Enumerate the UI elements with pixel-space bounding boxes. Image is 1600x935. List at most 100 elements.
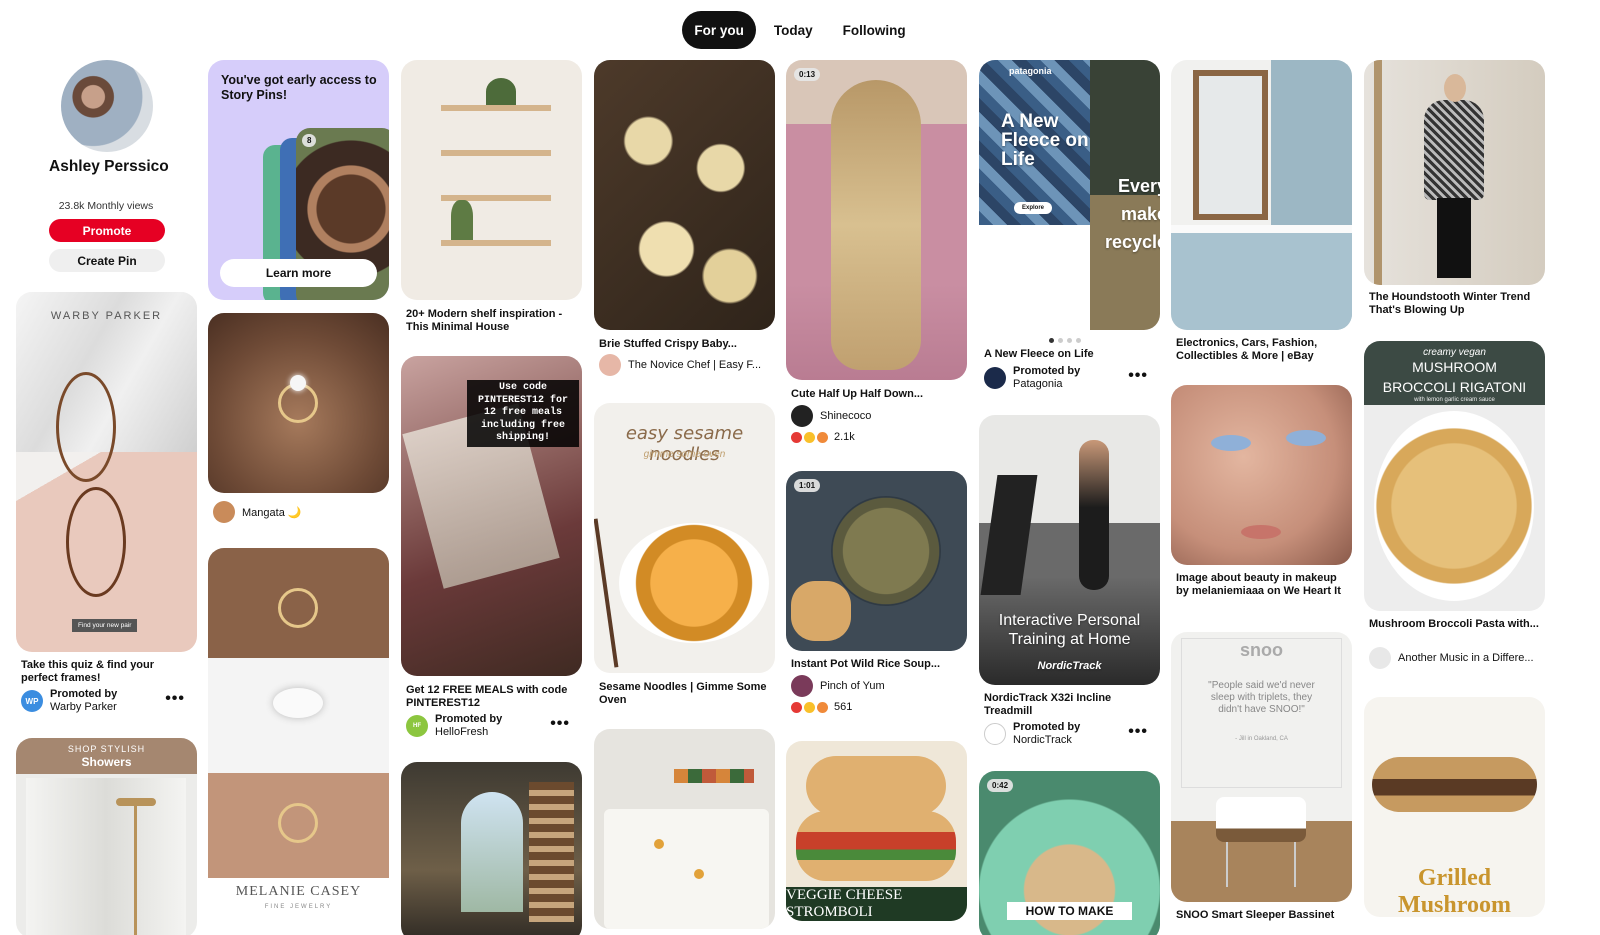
more-options-icon[interactable]: •••	[165, 690, 185, 708]
pin-title[interactable]: Sesame Noodles | Gimme Some Oven	[599, 681, 771, 706]
reactions[interactable]: 2.1k	[791, 431, 855, 443]
headline: Showers	[81, 755, 132, 769]
more-options-icon[interactable]: •••	[550, 715, 570, 733]
create-pin-button[interactable]: Create Pin	[49, 249, 165, 272]
pin-image[interactable]	[401, 60, 582, 300]
more-options-icon[interactable]: •••	[1128, 367, 1148, 385]
pin-author[interactable]: Another Music in a Differe...	[1369, 647, 1541, 669]
smile-icon	[804, 701, 815, 713]
pin-image[interactable]: 0:42 HOW TO MAKE	[979, 771, 1160, 935]
smile-icon	[804, 431, 815, 443]
promoted-label: Promoted by	[50, 688, 118, 700]
pin-image[interactable]: Interactive Personal Training at Home No…	[979, 415, 1160, 685]
author-avatar	[599, 354, 621, 376]
pin-image[interactable]	[401, 762, 582, 935]
pin-author[interactable]: Pinch of Yum	[791, 675, 963, 697]
pin-title[interactable]: Get 12 FREE MEALS with code PINTEREST12	[406, 684, 578, 709]
overlay-right: Every make recycle	[1104, 176, 1160, 252]
advertiser-name: Warby Parker	[50, 701, 117, 713]
pin-title[interactable]: Cute Half Up Half Down...	[791, 388, 963, 401]
pin-title[interactable]: Brie Stuffed Crispy Baby...	[599, 338, 771, 351]
avatar[interactable]	[61, 60, 153, 152]
author-avatar	[791, 405, 813, 427]
kicker: SHOP STYLISH	[67, 744, 146, 754]
promo-overlay: Use code PINTEREST12 for 12 free meals i…	[467, 380, 579, 447]
reactions[interactable]: 561	[791, 701, 852, 713]
explore-button[interactable]: Explore	[1014, 202, 1053, 214]
overlay-headline: A New Fleece on Life	[1001, 111, 1089, 170]
advertiser-avatar: WP	[21, 690, 43, 712]
pin-author[interactable]: Mangata 🌙	[213, 501, 385, 523]
pin-image[interactable]: snoo "People said we'd never sleep with …	[1171, 632, 1352, 902]
tab-following[interactable]: Following	[831, 11, 918, 49]
overlay-kicker: creamy vegan	[1423, 347, 1486, 358]
overlay-title: Grilled Mushroom	[1398, 865, 1511, 917]
pin-image[interactable]	[1171, 385, 1352, 565]
video-duration-badge: 0:13	[794, 68, 821, 81]
author-name: Pinch of Yum	[820, 680, 885, 692]
feed-tabs: For you Today Following	[0, 11, 1600, 49]
pin-title[interactable]: Instant Pot Wild Rice Soup...	[791, 658, 963, 671]
advertiser-avatar	[984, 367, 1006, 389]
advertiser-name: HelloFresh	[435, 726, 489, 738]
pin-title[interactable]: SNOO Smart Sleeper Bassinet	[1176, 909, 1348, 922]
pin-title[interactable]: Electronics, Cars, Fashion, Collectibles…	[1176, 337, 1348, 362]
author-avatar	[791, 675, 813, 697]
advertiser-name: Patagonia	[1013, 378, 1063, 390]
author-name: The Novice Chef | Easy F...	[628, 359, 762, 371]
overlay-attribution: - Jill in Oakland, CA	[1235, 736, 1288, 742]
advertiser-avatar: HF	[406, 715, 428, 737]
profile-name[interactable]: Ashley Perssico	[49, 158, 169, 176]
author-avatar	[213, 501, 235, 523]
pin-image[interactable]	[208, 313, 389, 493]
pin-image[interactable]: WARBY PARKER Find your new pair	[16, 292, 197, 652]
promoted-label: Promoted by	[1013, 365, 1081, 377]
pin-image[interactable]: SHOP STYLISH Showers	[16, 738, 197, 935]
advertiser-avatar	[984, 723, 1006, 745]
pin-image[interactable]: 0:13	[786, 60, 967, 380]
pin-title[interactable]: A New Fleece on Life	[984, 348, 1156, 361]
find-pair-cta[interactable]: Find your new pair	[72, 619, 138, 632]
promote-button[interactable]: Promote	[49, 219, 165, 242]
overlay-sub: gimme some oven	[643, 449, 726, 460]
more-options-icon[interactable]: •••	[1128, 723, 1148, 741]
video-duration-badge: 0:42	[987, 779, 1014, 792]
pin-image[interactable]	[1364, 60, 1545, 285]
author-name: Another Music in a Differe...	[1398, 652, 1534, 664]
pin-author[interactable]: The Novice Chef | Easy F...	[599, 354, 771, 376]
overlay-sub: with lemon garlic cream sauce	[1414, 397, 1495, 403]
pin-title[interactable]: 20+ Modern shelf inspiration - This Mini…	[406, 308, 578, 333]
pin-image[interactable]: creamy vegan MUSHROOM BROCCOLI RIGATONI …	[1364, 341, 1545, 611]
pin-title[interactable]: Image about beauty in makeup by melaniem…	[1176, 572, 1348, 597]
heart-icon	[791, 431, 802, 443]
overlay-banner: VEGGIE CHEESE STROMBOLI	[786, 887, 967, 921]
pin-image[interactable]: You've got early access to Story Pins! 8…	[208, 60, 389, 300]
pin-image[interactable]: MELANIE CASEY FINE JEWELRY	[208, 548, 389, 923]
pin-image[interactable]: Use code PINTEREST12 for 12 free meals i…	[401, 356, 582, 676]
pin-author[interactable]: Shinecoco	[791, 405, 963, 427]
pin-image[interactable]: VEGGIE CHEESE STROMBOLI	[786, 741, 967, 921]
wow-icon	[817, 431, 828, 443]
tab-today[interactable]: Today	[762, 11, 825, 49]
pin-image[interactable]: easy sesame noodles gimme some oven	[594, 403, 775, 673]
overlay-caption: HOW TO MAKE	[1007, 902, 1132, 920]
heart-icon	[791, 701, 802, 713]
pin-title[interactable]: NordicTrack X32i Incline Treadmill	[984, 692, 1156, 717]
pin-image[interactable]	[594, 729, 775, 929]
overlay-headline-2: BROCCOLI RIGATONI	[1382, 379, 1527, 395]
pin-title[interactable]: The Houndstooth Winter Trend That's Blow…	[1369, 291, 1541, 316]
pin-title[interactable]: Take this quiz & find your perfect frame…	[21, 659, 193, 684]
pin-image[interactable]: 1:01	[786, 471, 967, 651]
learn-more-button[interactable]: Learn more	[220, 259, 377, 287]
brand-label: MELANIE CASEY	[235, 884, 362, 899]
pin-image[interactable]	[594, 60, 775, 330]
author-name: Mangata 🌙	[242, 506, 302, 519]
pin-image[interactable]: patagonia A New Fleece on Life Explore E…	[979, 60, 1160, 330]
pin-image[interactable]	[1171, 60, 1352, 330]
carousel-dots[interactable]	[1049, 338, 1081, 343]
advertiser-name: NordicTrack	[1013, 734, 1072, 746]
pin-title[interactable]: Mushroom Broccoli Pasta with...	[1369, 618, 1541, 631]
pin-image[interactable]: Grilled Mushroom	[1364, 697, 1545, 917]
brand-label: patagonia	[1009, 66, 1052, 76]
tab-for-you[interactable]: For you	[682, 11, 756, 49]
